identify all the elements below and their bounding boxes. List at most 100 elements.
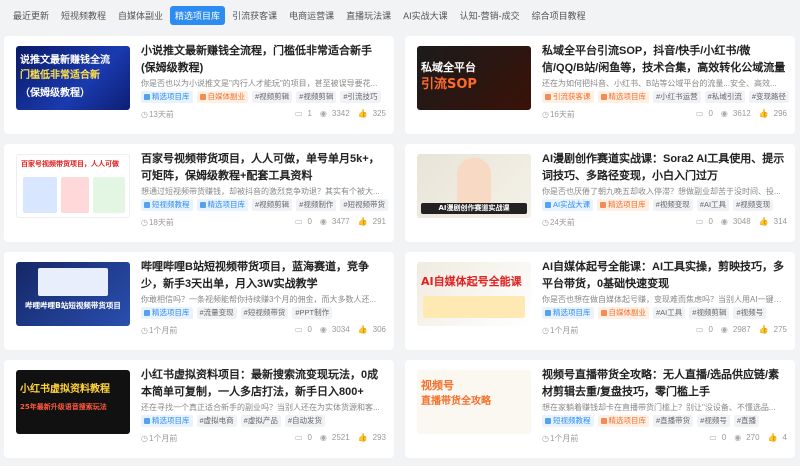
course-description: 想在家躺着赚钱却卡在直播带货门槛上？别让"没设备、不懂选品... [542,403,776,412]
tag[interactable]: #AI工具 [696,199,730,211]
tag[interactable]: AI实战大课 [542,199,594,211]
tag[interactable]: 引流获客课 [542,91,594,103]
thumbnail-graphic [457,158,491,204]
clock-icon: ◷ [542,434,549,443]
folder-icon [144,93,150,100]
tag[interactable]: #流量变现 [196,307,237,319]
tag[interactable]: #PPT制作 [292,307,333,319]
comment-icon: ▭ [695,109,704,118]
nav-tab-short-video[interactable]: 短视频教程 [56,6,111,25]
comment-icon: ▭ [695,217,704,226]
folder-icon [545,417,551,424]
nav-tab-self-media[interactable]: 自媒体副业 [113,6,168,25]
tag[interactable]: #直播 [733,415,760,427]
tag[interactable]: #短视频带货 [240,307,289,319]
tag[interactable]: 短视频教程 [542,415,594,427]
thumbs-up-icon: 👍 [357,433,368,442]
tag[interactable]: #视频剪辑 [689,307,730,319]
comment-icon: ▭ [709,433,717,442]
course-thumbnail[interactable]: AI漫剧创作赛道实战课 [417,154,531,218]
tag[interactable]: 短视频教程 [141,199,193,211]
comment-icon: ▭ [294,217,303,226]
course-thumbnail[interactable]: 私域全平台 引流SOP [417,46,531,110]
tag[interactable]: #直播带货 [653,415,694,427]
nav-tab-ecommerce[interactable]: 电商运营课 [284,6,339,25]
course-title[interactable]: 百家号视频带货项目，人人可做，单号单月5k+，可矩阵，保姆级教程+配套工具资料 [141,151,386,185]
course-card[interactable]: 私域全平台 引流SOP 私域全平台引流SOP，抖音/快手/小红书/微信/QQ/B… [405,36,795,134]
folder-icon [144,201,150,208]
course-thumbnail[interactable]: 哔哩哔哩B站短视频带货项目 [16,262,130,326]
course-title[interactable]: 小红书虚拟资料项目：最新搜索流变现玩法，0成本简单可复制，一人多店打法，新手日入… [141,367,386,401]
nav-tab-traffic[interactable]: 引流获客课 [227,6,282,25]
course-description: 还在寻找一个真正适合新手的副业吗？当别人还在为实体货源和客... [141,403,380,412]
course-title[interactable]: AI自媒体起号全能课：AI工具实操，剪映技巧，多平台带货，0基础快速变现 [542,259,787,293]
nav-tab-general[interactable]: 综合项目教程 [527,6,591,25]
tag[interactable]: #短视频带货 [340,199,389,211]
course-card[interactable]: 百家号视频带货项目，人人可做 百家号视频带货项目，人人可做，单号单月5k+，可矩… [4,144,394,242]
course-card[interactable]: AI漫剧创作赛道实战课 AI漫剧创作赛道实战课：Sora2 AI工具使用、提示词… [405,144,795,242]
course-title[interactable]: 视频号直播带货全攻略：无人直播/选品供应链/素材剪辑去重/复盘技巧，零门槛上手 [542,367,787,401]
thumbnail-text: 私域全平台 [421,61,476,74]
nav-tab-marketing[interactable]: 认知-营销-成交 [455,6,525,25]
folder-icon [600,201,607,208]
folder-icon [144,417,150,424]
tag[interactable]: #AI工具 [653,307,686,319]
course-thumbnail[interactable]: 说推文最新赚钱全流 门槛低非常适合新 （保姆级教程） [16,46,130,110]
course-title[interactable]: AI漫剧创作赛道实战课：Sora2 AI工具使用、提示词技巧、多路径变现，小白入… [542,151,787,185]
thumbs-up-icon: 👍 [758,217,769,226]
tag[interactable]: #视频剪辑 [296,91,337,103]
course-thumbnail[interactable]: 百家号视频带货项目，人人可做 [16,154,130,218]
course-card[interactable]: 哔哩哔哩B站短视频带货项目 哔哩哔哩B站短视频带货项目，蓝海赛道，竞争少，新手3… [4,252,394,350]
tag[interactable]: 精选项目库 [141,91,193,103]
tag[interactable]: #变现路径 [748,91,790,103]
tag[interactable]: 精选项目库 [597,91,649,103]
thumbnail-graphic [61,177,89,213]
tag[interactable]: #视频制作 [296,199,337,211]
tag[interactable]: #视频变现 [652,199,693,211]
tag[interactable]: #小红书运营 [653,91,701,103]
tag[interactable]: #虚拟电商 [196,415,237,427]
tag[interactable]: 精选项目库 [141,307,193,319]
tag-list: AI实战大课 精选项目库 #视频变现 #AI工具 #视频变现 [542,199,792,211]
course-title[interactable]: 小说推文最新赚钱全流程，门槛低非常适合新手(保姆级教程) [141,43,386,77]
course-card[interactable]: 视频号 直播带货全攻略 视频号直播带货全攻略：无人直播/选品供应链/素材剪辑去重… [405,360,795,458]
course-thumbnail[interactable]: 小红书虚拟资料教程 25年最新升级语音搜索玩法 [16,370,130,434]
tag[interactable]: 自媒体副业 [597,307,649,319]
tag[interactable]: 自媒体副业 [196,91,248,103]
comment-icon: ▭ [695,325,704,334]
course-title[interactable]: 哔哩哔哩B站短视频带货项目，蓝海赛道，竞争少，新手3天出单，月入3W实战教学 [141,259,386,293]
tag[interactable]: 精选项目库 [597,415,649,427]
clock-icon: ◷ [141,110,148,119]
tag[interactable]: #私域引流 [704,91,745,103]
nav-tab-featured-projects[interactable]: 精选项目库 [170,5,226,25]
tag[interactable]: 精选项目库 [196,199,248,211]
course-card[interactable]: AI自媒体起号全能课 AI自媒体起号全能课：AI工具实操，剪映技巧，多平台带货，… [405,252,795,350]
tag[interactable]: #引流技巧 [340,91,381,103]
nav-tab-livestream[interactable]: 直播玩法课 [341,6,396,25]
tag[interactable]: #视频号 [733,307,767,319]
course-card[interactable]: 说推文最新赚钱全流 门槛低非常适合新 （保姆级教程） 小说推文最新赚钱全流程，门… [4,36,394,134]
tag[interactable]: #视频号 [697,415,730,427]
comment-icon: ▭ [294,433,303,442]
course-card[interactable]: 小红书虚拟资料教程 25年最新升级语音搜索玩法 小红书虚拟资料项目：最新搜索流变… [4,360,394,458]
course-thumbnail[interactable]: 视频号 直播带货全攻略 [417,370,531,434]
course-title[interactable]: 私域全平台引流SOP，抖音/快手/小红书/微信/QQ/B站/闲鱼等，技术合集，高… [542,43,787,77]
tag[interactable]: 精选项目库 [597,199,649,211]
tag-list: 短视频教程 精选项目库 #直播带货 #视频号 #直播 [542,415,792,427]
tag[interactable]: 精选项目库 [542,307,594,319]
tag[interactable]: #视频剪辑 [252,91,293,103]
course-thumbnail[interactable]: AI自媒体起号全能课 [417,262,531,326]
course-description: 你是否也想在做自媒体起号赚，变现难而焦虑吗？当别人用AI一键生成... [542,295,787,304]
thumbnail-graphic [38,268,108,296]
folder-icon [545,201,551,208]
clock-icon: ◷ [141,434,148,443]
tag[interactable]: #视频剪辑 [252,199,293,211]
tag[interactable]: #自动发货 [284,415,326,427]
thumbnail-text: 小红书虚拟资料教程 [20,384,110,395]
tag[interactable]: #视频变现 [733,199,774,211]
nav-tab-ai[interactable]: AI实战大课 [398,6,453,25]
tag[interactable]: #虚拟产品 [240,415,281,427]
tag[interactable]: 精选项目库 [141,415,193,427]
folder-icon [600,417,607,424]
nav-tab-recent[interactable]: 最近更新 [8,6,54,25]
